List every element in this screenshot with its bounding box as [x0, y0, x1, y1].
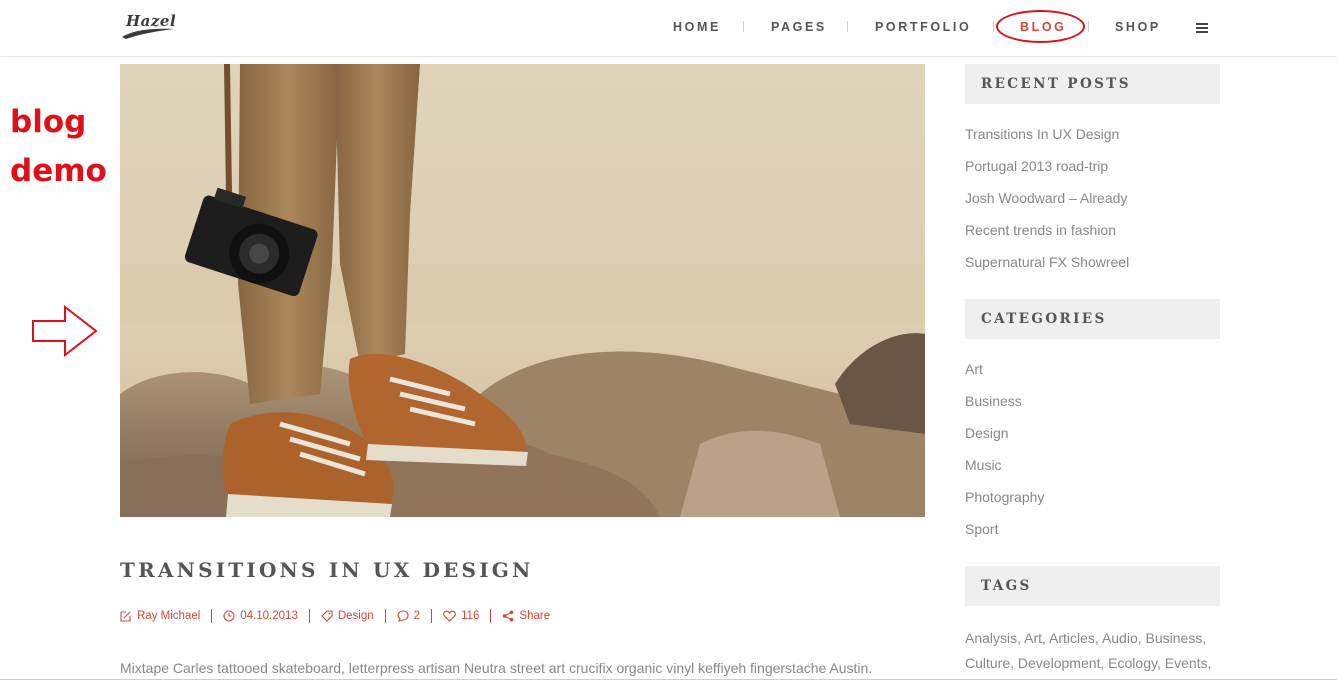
- likes-count: 116: [461, 610, 480, 622]
- category-link[interactable]: Business: [965, 391, 1044, 423]
- tags-cloud[interactable]: Analysis, Art, Articles, Audio, Business…: [965, 626, 1225, 676]
- share-icon: [503, 610, 514, 622]
- meta-separator: [490, 609, 492, 623]
- comment-icon: [397, 610, 409, 622]
- post-category[interactable]: Design: [321, 610, 374, 622]
- category-value: Design: [337, 610, 374, 622]
- recent-posts-title: RECENT POSTS: [981, 76, 1131, 92]
- recent-post-link[interactable]: Supernatural FX Showreel: [965, 252, 1129, 284]
- meta-separator: [384, 609, 386, 623]
- post-likes[interactable]: 116: [443, 610, 479, 622]
- post-featured-image[interactable]: [120, 64, 925, 517]
- recent-post-link[interactable]: Transitions In UX Design: [965, 124, 1129, 156]
- hamburger-icon[interactable]: [1196, 23, 1208, 33]
- nav-separator: [847, 21, 848, 32]
- comments-count: 2: [413, 610, 421, 622]
- clock-icon: [223, 610, 235, 622]
- post-comments[interactable]: 2: [397, 610, 420, 622]
- annotation-label: blog demo: [10, 104, 107, 189]
- nav-portfolio[interactable]: PORTFOLIO: [875, 20, 971, 34]
- date-value: 04.10.2013: [240, 610, 298, 622]
- site-header: Hazel HOME PAGES PORTFOLIO BLOG SHOP: [0, 0, 1337, 57]
- category-link[interactable]: Art: [965, 359, 1044, 391]
- post-author[interactable]: Ray Michael: [120, 610, 200, 622]
- categories-title: CATEGORIES: [981, 311, 1107, 327]
- post-meta: Ray Michael 04.10.2013 Design 2 116 Shar…: [120, 608, 550, 624]
- recent-posts-heading: RECENT POSTS: [965, 64, 1220, 104]
- recent-posts-list: Transitions In UX Design Portugal 2013 r…: [965, 124, 1129, 284]
- nav-pages[interactable]: PAGES: [771, 20, 827, 34]
- tag-icon: [321, 610, 333, 622]
- share-label: Share: [519, 610, 551, 622]
- category-link[interactable]: Sport: [965, 519, 1044, 551]
- nav-separator: [743, 21, 744, 32]
- recent-post-link[interactable]: Josh Woodward – Already: [965, 188, 1129, 220]
- post-date: 04.10.2013: [223, 610, 298, 622]
- category-link[interactable]: Music: [965, 455, 1044, 487]
- category-link[interactable]: Photography: [965, 487, 1044, 519]
- edit-icon: [120, 611, 131, 622]
- heart-icon: [443, 610, 456, 622]
- category-link[interactable]: Design: [965, 423, 1044, 455]
- meta-separator: [211, 609, 213, 623]
- post-excerpt: Mixtape Carles tattooed skateboard, lett…: [120, 660, 873, 676]
- author-name: Ray Michael: [137, 610, 201, 622]
- viewport-bottom-edge: [0, 679, 1337, 680]
- right-arrow-outline-icon: [32, 305, 98, 357]
- blog-highlight-circle: [996, 10, 1085, 43]
- meta-separator: [308, 609, 310, 623]
- meta-separator: [431, 609, 433, 623]
- main-nav: HOME PAGES PORTFOLIO BLOG SHOP: [0, 20, 1337, 38]
- recent-post-link[interactable]: Recent trends in fashion: [965, 220, 1129, 252]
- categories-list: Art Business Design Music Photography Sp…: [965, 359, 1044, 551]
- tags-heading: TAGS: [965, 566, 1220, 606]
- nav-shop[interactable]: SHOP: [1115, 20, 1161, 34]
- post-title[interactable]: TRANSITIONS IN UX DESIGN: [120, 558, 534, 582]
- nav-separator: [993, 21, 994, 32]
- categories-heading: CATEGORIES: [965, 299, 1220, 339]
- hiker-camera-photo: [120, 64, 925, 517]
- tags-title: TAGS: [981, 578, 1032, 594]
- nav-home[interactable]: HOME: [673, 20, 721, 34]
- post-share[interactable]: Share: [502, 610, 550, 622]
- nav-separator: [1088, 21, 1089, 32]
- recent-post-link[interactable]: Portugal 2013 road-trip: [965, 156, 1129, 188]
